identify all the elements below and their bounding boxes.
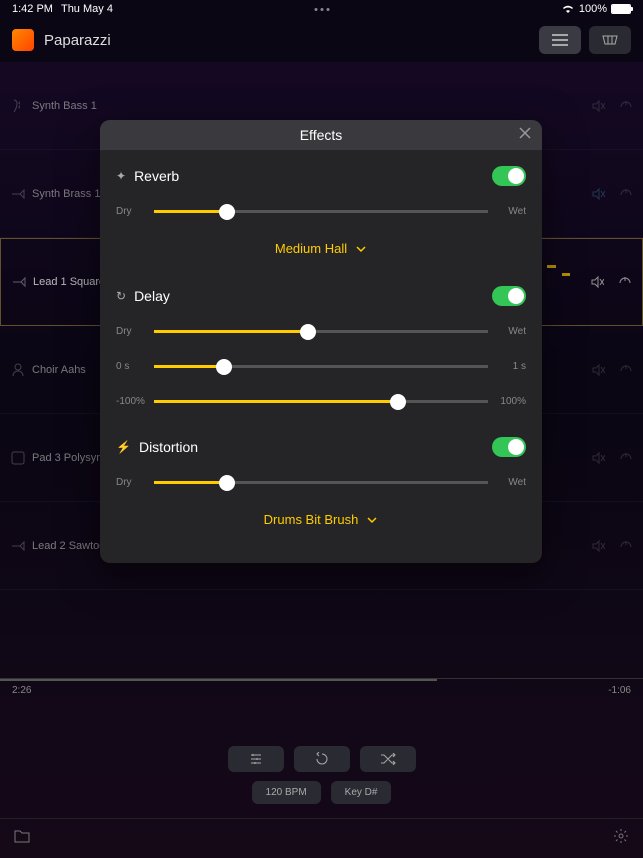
delay-section: ↻ Delay Dry Wet 0 s 1 s	[116, 286, 526, 407]
slider-label-left: 0 s	[116, 361, 144, 372]
slider-label-left: Dry	[116, 326, 144, 337]
distortion-toggle[interactable]	[492, 437, 526, 457]
mute-icon[interactable]	[591, 451, 605, 465]
delay-toggle[interactable]	[492, 286, 526, 306]
close-button[interactable]	[518, 126, 532, 145]
reverb-icon: ✦	[116, 169, 126, 183]
gear-icon	[613, 828, 629, 844]
slider-label-left: -100%	[116, 396, 144, 407]
view-button[interactable]	[589, 26, 631, 54]
rewind-icon	[315, 752, 329, 766]
battery-icon	[611, 4, 631, 14]
slider-label-right: Wet	[498, 326, 526, 337]
folder-icon	[14, 829, 30, 843]
multitask-dots	[314, 8, 329, 11]
shuffle-button[interactable]	[360, 746, 416, 772]
mute-icon[interactable]	[590, 275, 604, 289]
reverb-mix-slider[interactable]	[154, 210, 488, 213]
mute-icon[interactable]	[591, 99, 605, 113]
slider-thumb[interactable]	[219, 475, 235, 491]
chevron-down-icon	[355, 245, 367, 253]
slider-thumb[interactable]	[216, 359, 232, 375]
rewind-button[interactable]	[294, 746, 350, 772]
distortion-preset-dropdown[interactable]: Drums Bit Brush	[116, 512, 526, 527]
mute-icon[interactable]	[591, 187, 605, 201]
reverb-toggle[interactable]	[492, 166, 526, 186]
slider-label-left: Dry	[116, 477, 144, 488]
solo-icon[interactable]	[618, 275, 632, 289]
delay-time-slider[interactable]	[154, 365, 488, 368]
track-name: Lead 1 Square	[33, 276, 105, 288]
slider-label-right: 100%	[498, 396, 526, 407]
reverb-preset-dropdown[interactable]: Medium Hall	[116, 241, 526, 256]
brass-icon	[10, 186, 26, 202]
files-button[interactable]	[14, 829, 30, 848]
app-icon	[12, 29, 34, 51]
delay-mix-slider[interactable]	[154, 330, 488, 333]
eq-button[interactable]	[228, 746, 284, 772]
lead-icon	[11, 274, 27, 290]
perspective-icon	[601, 34, 619, 46]
reverb-section: ✦ Reverb Dry Wet Medium Hall	[116, 166, 526, 256]
slider-label-right: Wet	[498, 477, 526, 488]
preset-label: Medium Hall	[275, 241, 347, 256]
slider-label-left: Dry	[116, 206, 144, 217]
modal-header: Effects	[100, 120, 542, 150]
effects-modal: Effects ✦ Reverb Dry Wet	[100, 120, 542, 563]
solo-icon[interactable]	[619, 99, 633, 113]
wifi-icon	[561, 4, 575, 14]
time-elapsed: 2:26	[12, 685, 31, 702]
battery-percent: 100%	[579, 3, 607, 15]
distortion-section: ⚡ Distortion Dry Wet Drums Bit Brush	[116, 437, 526, 527]
mute-icon[interactable]	[591, 539, 605, 553]
track-name: Synth Brass 1	[32, 188, 100, 200]
bottom-bar	[0, 818, 643, 858]
bass-clef-icon	[10, 98, 26, 114]
sliders-icon	[249, 753, 263, 765]
slider-thumb[interactable]	[300, 324, 316, 340]
app-header: Paparazzi	[0, 18, 643, 62]
solo-icon[interactable]	[619, 187, 633, 201]
track-name: Synth Bass 1	[32, 100, 97, 112]
transport-controls	[228, 746, 416, 772]
mute-icon[interactable]	[591, 363, 605, 377]
settings-button[interactable]	[613, 828, 629, 849]
reverb-label: Reverb	[134, 168, 179, 184]
slider-thumb[interactable]	[219, 204, 235, 220]
status-time: 1:42 PM	[12, 3, 53, 15]
key-button[interactable]: Key D#	[331, 781, 392, 804]
solo-icon[interactable]	[619, 363, 633, 377]
shuffle-icon	[380, 753, 396, 765]
close-icon	[518, 126, 532, 140]
delay-label: Delay	[134, 288, 170, 304]
slider-thumb[interactable]	[390, 394, 406, 410]
menu-icon	[552, 34, 568, 46]
preset-label: Drums Bit Brush	[264, 512, 359, 527]
slider-label-right: 1 s	[498, 361, 526, 372]
song-title: Paparazzi	[44, 32, 111, 49]
bpm-button[interactable]: 120 BPM	[252, 781, 321, 804]
lead-icon	[10, 538, 26, 554]
time-remaining: -1:06	[608, 685, 631, 702]
menu-button[interactable]	[539, 26, 581, 54]
delay-feedback-slider[interactable]	[154, 400, 488, 403]
timeline[interactable]: 2:26 -1:06	[0, 678, 643, 708]
track-name: Choir Aahs	[32, 364, 86, 376]
distortion-icon: ⚡	[116, 440, 131, 454]
song-info: 120 BPM Key D#	[252, 781, 392, 804]
pad-icon	[10, 450, 26, 466]
solo-icon[interactable]	[619, 451, 633, 465]
progress-indicator	[0, 679, 437, 681]
solo-icon[interactable]	[619, 539, 633, 553]
modal-title: Effects	[300, 127, 343, 143]
status-bar: 1:42 PM Thu May 4 100%	[0, 0, 643, 18]
distortion-mix-slider[interactable]	[154, 481, 488, 484]
status-date: Thu May 4	[61, 3, 113, 15]
distortion-label: Distortion	[139, 439, 198, 455]
delay-icon: ↻	[116, 289, 126, 303]
chevron-down-icon	[366, 516, 378, 524]
choir-icon	[10, 362, 26, 378]
slider-label-right: Wet	[498, 206, 526, 217]
